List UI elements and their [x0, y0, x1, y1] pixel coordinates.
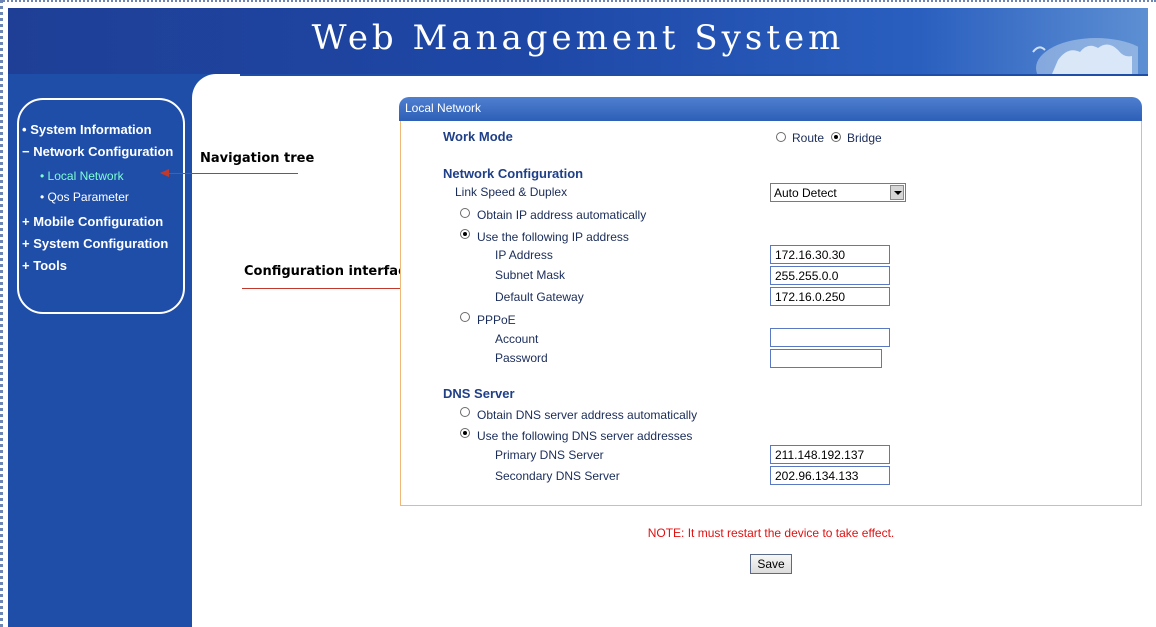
- nav-item-mobile-configuration[interactable]: + Mobile Configuration: [22, 214, 163, 229]
- annotation-arrow-line: [168, 173, 298, 174]
- nav-item-system-information[interactable]: • System Information: [22, 122, 152, 137]
- nav-item-tools[interactable]: + Tools: [22, 258, 67, 273]
- use-following-dns-label: Use the following DNS server addresses: [477, 429, 693, 443]
- obtain-ip-auto-label: Obtain IP address automatically: [477, 208, 647, 222]
- sidebar-corner: [192, 74, 240, 122]
- annotation-configuration-interface: Configuration interface: [244, 264, 415, 279]
- annotation-navigation-tree: Navigation tree: [200, 151, 315, 166]
- primary-dns-label: Primary DNS Server: [495, 448, 604, 462]
- nav-bullet: •: [40, 190, 45, 204]
- ip-address-input[interactable]: 172.16.30.30: [770, 245, 890, 264]
- ip-address-label: IP Address: [495, 248, 553, 262]
- work-mode-label: Work Mode: [443, 129, 513, 144]
- use-following-ip-label: Use the following IP address: [477, 230, 629, 244]
- nav-bullet: •: [22, 122, 27, 137]
- nav-label: Tools: [33, 258, 67, 273]
- dns-server-heading: DNS Server: [443, 386, 515, 401]
- globe-icon: [1032, 38, 1138, 74]
- nav-label: System Information: [30, 122, 152, 137]
- nav-bullet: +: [22, 214, 30, 229]
- save-button[interactable]: Save: [750, 554, 792, 574]
- primary-dns-input[interactable]: 211.148.192.137: [770, 445, 890, 464]
- default-gateway-input[interactable]: 172.16.0.250: [770, 287, 890, 306]
- radio-bridge-label: Bridge: [847, 131, 882, 145]
- nav-item-system-configuration[interactable]: + System Configuration: [22, 236, 168, 251]
- radio-obtain-ip-auto[interactable]: [460, 208, 470, 218]
- nav-item-local-network[interactable]: • Local Network: [40, 169, 124, 183]
- radio-route[interactable]: [776, 132, 786, 142]
- radio-bridge[interactable]: [831, 132, 841, 142]
- link-speed-label: Link Speed & Duplex: [455, 185, 568, 199]
- nav-label: System Configuration: [33, 236, 169, 251]
- panel-title: Local Network: [405, 101, 482, 115]
- secondary-dns-input[interactable]: 202.96.134.133: [770, 466, 890, 485]
- nav-item-network-configuration[interactable]: − Network Configuration: [22, 144, 173, 159]
- nav-item-qos-parameter[interactable]: • Qos Parameter: [40, 190, 129, 204]
- nav-bullet: +: [22, 236, 30, 251]
- account-input[interactable]: [770, 328, 890, 347]
- radio-pppoe[interactable]: [460, 312, 470, 322]
- pppoe-label: PPPoE: [477, 313, 516, 327]
- radio-route-label: Route: [792, 131, 825, 145]
- secondary-dns-label: Secondary DNS Server: [495, 469, 620, 483]
- chevron-down-icon[interactable]: [890, 185, 904, 200]
- app-title: Web Management System: [311, 18, 845, 58]
- nav-bullet: −: [22, 144, 30, 159]
- link-speed-value: Auto Detect: [774, 186, 837, 200]
- obtain-dns-auto-label: Obtain DNS server address automatically: [477, 408, 698, 422]
- nav-label: Mobile Configuration: [33, 214, 164, 229]
- subnet-mask-input[interactable]: 255.255.0.0: [770, 266, 890, 285]
- radio-use-following-ip[interactable]: [460, 229, 470, 239]
- nav-label: Network Configuration: [33, 144, 174, 159]
- password-label: Password: [495, 351, 548, 365]
- arrow-left-icon: [160, 169, 169, 177]
- header-banner: Web Management System: [8, 8, 1148, 74]
- annotation-arrow-line: [242, 288, 404, 289]
- restart-note: NOTE: It must restart the device to take…: [647, 526, 895, 540]
- link-speed-select[interactable]: Auto Detect: [770, 183, 906, 202]
- nav-label: Local Network: [47, 169, 124, 183]
- nav-label: Qos Parameter: [47, 190, 129, 204]
- network-configuration-heading: Network Configuration: [443, 166, 584, 181]
- nav-bullet: +: [22, 258, 30, 273]
- account-label: Account: [495, 332, 539, 346]
- radio-use-following-dns[interactable]: [460, 428, 470, 438]
- password-input[interactable]: [770, 349, 882, 368]
- radio-obtain-dns-auto[interactable]: [460, 407, 470, 417]
- subnet-mask-label: Subnet Mask: [495, 268, 566, 282]
- top-strip: [192, 74, 1148, 76]
- default-gateway-label: Default Gateway: [495, 290, 584, 304]
- nav-bullet: •: [40, 169, 45, 183]
- panel-header: Local Network: [399, 97, 1142, 121]
